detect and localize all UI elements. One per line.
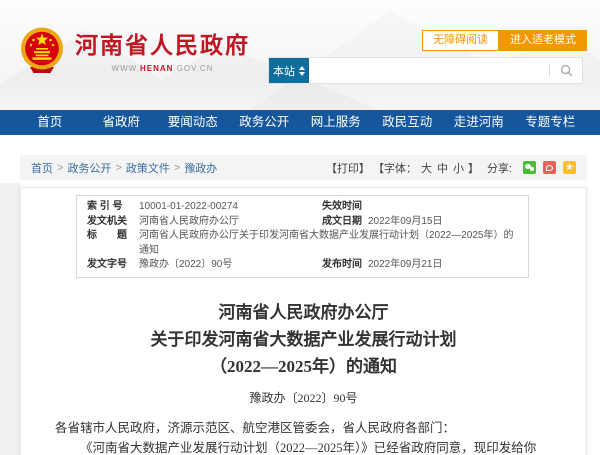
meta-written-date-value: 2022年09月15日: [368, 215, 518, 230]
breadcrumb-separator: >: [57, 162, 63, 174]
breadcrumb-gov-affairs[interactable]: 政务公开: [67, 160, 111, 176]
meta-publish-date-value: 2022年09月21日: [368, 258, 518, 273]
accessibility-reading-button[interactable]: 无障碍阅读: [422, 30, 499, 51]
breadcrumb-separator: >: [115, 162, 121, 174]
nav-item-news[interactable]: 要闻动态: [157, 110, 229, 135]
breadcrumb-bar: 首页 > 政务公开 > 政策文件 > 豫政办 【打印】 【字体： 大 中 小 】…: [20, 155, 587, 180]
share-label: 分享:: [487, 160, 512, 176]
meta-row: 标 题 河南省人民政府办公厅关于印发河南省大数据产业发展行动计划（2022—20…: [87, 229, 518, 258]
elder-mode-button[interactable]: 进入适老模式: [499, 30, 587, 51]
site-title: 河南省人民政府: [75, 32, 250, 60]
font-size-label: 【字体：: [373, 160, 417, 176]
site-text: 河南省人民政府 WWW.HENAN.GOV.CN: [75, 27, 250, 73]
document-content: 河南省人民政府办公厅 关于印发河南省大数据产业发展行动计划 （2022—2025…: [21, 299, 586, 455]
site-url-prefix: WWW.: [112, 64, 140, 73]
share-qzone-icon[interactable]: ★: [563, 161, 576, 174]
site-url-suffix: .GOV.CN: [173, 64, 213, 73]
nav-item-provincial-gov[interactable]: 省政府: [86, 110, 158, 135]
font-size-label-suffix: 】: [468, 160, 479, 176]
site-url-brand: HENAN: [140, 64, 173, 73]
meta-issuing-org-label: 发文机关: [87, 215, 139, 230]
document-paragraph: 各省辖市人民政府，济源示范区、航空港区管委会，省人民政府各部门：: [55, 418, 552, 438]
page: 河南省人民政府 WWW.HENAN.GOV.CN 无障碍阅读 进入适老模式 本站: [0, 0, 600, 455]
meta-row: 发文机关 河南省人民政府办公厅 成文日期 2022年09月15日: [87, 215, 518, 230]
search-scope-label: 本站: [273, 63, 295, 79]
document-title-line3: （2022—2025年）的通知: [21, 353, 586, 380]
breadcrumb-home[interactable]: 首页: [31, 160, 53, 176]
document-body: 各省辖市人民政府，济源示范区、航空港区管委会，省人民政府各部门： 《河南省大数据…: [21, 418, 586, 455]
meta-title-label: 标 题: [87, 229, 139, 258]
meta-publish-date-label: 发布时间: [322, 258, 368, 273]
meta-written-date-label: 成文日期: [322, 215, 368, 230]
document-meta-table: 索 引 号 10001-01-2022-00274 失效时间 发文机关 河南省人…: [76, 195, 529, 278]
breadcrumb-yuzhengban[interactable]: 豫政办: [184, 160, 217, 176]
search-input[interactable]: [309, 58, 549, 83]
search-button[interactable]: [550, 58, 582, 83]
font-size-medium-button[interactable]: 中: [437, 160, 448, 176]
print-button[interactable]: 【打印】: [326, 160, 370, 176]
meta-index-value: 10001-01-2022-00274: [139, 200, 322, 215]
site-logo[interactable]: 河南省人民政府 WWW.HENAN.GOV.CN: [20, 27, 250, 74]
search-scope-select[interactable]: 本站: [269, 58, 309, 83]
breadcrumb-policy-docs[interactable]: 政策文件: [126, 160, 170, 176]
document-title: 河南省人民政府办公厅 关于印发河南省大数据产业发展行动计划 （2022—2025…: [21, 299, 586, 380]
mountain-decoration: [250, 0, 600, 110]
font-size-small-button[interactable]: 小: [453, 160, 464, 176]
meta-row: 索 引 号 10001-01-2022-00274 失效时间: [87, 200, 518, 215]
national-emblem-icon: [20, 27, 64, 74]
meta-doc-number-value: 豫政办〔2022〕90号: [139, 258, 322, 273]
meta-index-label: 索 引 号: [87, 200, 139, 215]
document-card: 索 引 号 10001-01-2022-00274 失效时间 发文机关 河南省人…: [20, 187, 587, 455]
meta-doc-number-label: 发文字号: [87, 258, 139, 273]
share-weibo-icon[interactable]: [543, 161, 556, 174]
nav-item-into-henan[interactable]: 走进河南: [443, 110, 515, 135]
main-nav: 首页 省政府 要闻动态 政务公开 网上服务 政民互动 走进河南 专题专栏: [0, 110, 600, 135]
meta-title-value: 河南省人民政府办公厅关于印发河南省大数据产业发展行动计划（2022—2025年）…: [139, 229, 518, 258]
breadcrumb-separator: >: [174, 162, 180, 174]
header-buttons: 无障碍阅读 进入适老模式: [422, 30, 587, 51]
meta-issuing-org-value: 河南省人民政府办公厅: [139, 215, 322, 230]
search-icon: [560, 64, 573, 77]
sort-arrows-icon: [299, 66, 305, 76]
document-title-line2: 关于印发河南省大数据产业发展行动计划: [21, 326, 586, 353]
document-paragraph: 《河南省大数据产业发展行动计划（2022—2025年）》已经省政府同意，现印发给…: [55, 438, 552, 455]
nav-item-special-topics[interactable]: 专题专栏: [515, 110, 587, 135]
meta-expiry-label: 失效时间: [322, 200, 368, 215]
document-number: 豫政办〔2022〕90号: [21, 389, 586, 406]
font-size-large-button[interactable]: 大: [421, 160, 432, 176]
site-url: WWW.HENAN.GOV.CN: [75, 64, 250, 73]
search-bar: 本站: [268, 57, 583, 84]
page-gutter: [0, 183, 20, 455]
meta-expiry-value: [368, 200, 518, 215]
nav-item-interaction[interactable]: 政民互动: [372, 110, 444, 135]
nav-item-online-services[interactable]: 网上服务: [300, 110, 372, 135]
page-tools: 【打印】 【字体： 大 中 小 】 分享: ★: [326, 160, 576, 176]
nav-item-gov-affairs[interactable]: 政务公开: [229, 110, 301, 135]
document-title-line1: 河南省人民政府办公厅: [21, 299, 586, 326]
nav-item-home[interactable]: 首页: [14, 110, 86, 135]
breadcrumb: 首页 > 政务公开 > 政策文件 > 豫政办: [31, 160, 217, 176]
site-header: 河南省人民政府 WWW.HENAN.GOV.CN 无障碍阅读 进入适老模式 本站: [0, 0, 600, 110]
share-wechat-icon[interactable]: [523, 161, 536, 174]
meta-row: 发文字号 豫政办〔2022〕90号 发布时间 2022年09月21日: [87, 258, 518, 273]
